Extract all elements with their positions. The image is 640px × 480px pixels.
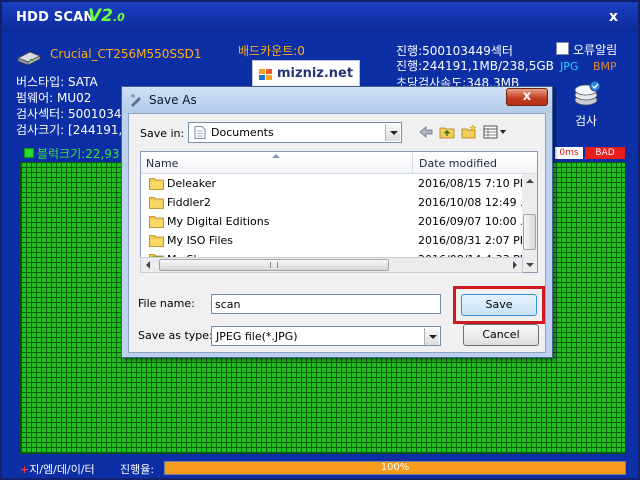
logo-mark-icon [259, 69, 273, 81]
scroll-down-icon[interactable] [522, 258, 537, 272]
scroll-up-icon[interactable] [522, 174, 537, 188]
file-name: My ISO Files [167, 234, 234, 247]
dialog-body: Save in: Documents Name Date modified De… [128, 113, 546, 353]
close-icon: x [522, 89, 532, 104]
file-list-vertical-scrollbar[interactable] [522, 174, 537, 272]
dialog-title: Save As [149, 93, 197, 107]
cancel-button[interactable]: Cancel [463, 324, 539, 346]
list-item[interactable]: My ISO Files 2016/08/31 2:07 PM [143, 231, 533, 250]
folder-icon [149, 235, 164, 247]
progress-bytes: 진행:244191,1MB/238,5GB [396, 59, 554, 73]
mizniz-logo[interactable]: mizniz.net [252, 60, 360, 88]
save-button[interactable]: Save [461, 294, 537, 316]
scan-progress-text: 100% [380, 462, 410, 473]
save-dialog-icon [130, 94, 141, 107]
bad-block-label: BAD [585, 147, 625, 159]
file-name-label: File name: [138, 297, 195, 310]
file-date: 2016/10/08 12:49 ... [418, 196, 531, 209]
drive-bus-type: 버스타입: SATA [16, 75, 98, 89]
scan-progress-bar: 100% [164, 461, 626, 475]
sort-ascending-icon [272, 154, 280, 158]
drive-firmware: 펌웨어: MU02 [16, 91, 92, 105]
chevron-down-icon[interactable] [424, 328, 439, 345]
jpg-option[interactable]: JPG [560, 60, 578, 73]
block-size-swatch [24, 148, 34, 158]
file-name: Fiddler2 [167, 196, 211, 209]
error-alarm-label: 오류알림 [573, 43, 618, 57]
file-date: 2016/08/15 7:10 PM [418, 177, 530, 190]
file-name: My Digital Editions [167, 215, 270, 228]
save-as-dialog: Save As x Save in: Documents Name Date m… [121, 86, 553, 358]
block-size-label: 블럭크기:22,93 [37, 147, 120, 161]
drive-scan-range: 검사크기: [244191,1 [16, 123, 130, 137]
brand-link[interactable]: +지/엠/데/이/터 [20, 461, 95, 477]
scroll-grip-icon [270, 262, 278, 268]
brand-cross-icon: + [20, 463, 30, 476]
drive-scan-sectors: 검사섹터: 500103449 [16, 107, 137, 121]
chevron-down-icon[interactable] [385, 124, 400, 141]
save-as-type-dropdown[interactable]: JPEG file(*.JPG) [211, 326, 441, 346]
folder-icon [149, 178, 164, 190]
file-list: Name Date modified Deleaker 2016/08/15 7… [140, 151, 538, 273]
scroll-left-icon[interactable] [141, 258, 156, 272]
file-list-header: Name Date modified [141, 152, 537, 174]
bad-count: 배드카운트:0 [238, 44, 305, 58]
error-alarm-checkbox[interactable] [556, 42, 569, 55]
list-item[interactable]: Fiddler2 2016/10/08 12:49 ... [143, 193, 533, 212]
file-date: 2016/08/31 2:07 PM [418, 234, 530, 247]
app-title: HDD SCAN [16, 10, 95, 25]
file-date: 2016/09/07 10:00 ... [418, 215, 531, 228]
dialog-titlebar[interactable]: Save As x [122, 87, 552, 113]
save-in-value: Documents [211, 126, 274, 139]
app-titlebar: HDD SCAN V2.0 x [2, 2, 638, 32]
scan-disk-icon[interactable] [573, 80, 603, 108]
folder-icon [149, 216, 164, 228]
list-item[interactable]: Deleaker 2016/08/15 7:10 PM [143, 174, 533, 193]
drive-model: Crucial_CT256M550SSD1 [50, 47, 202, 61]
progress-rate-label: 진행율: [120, 463, 155, 476]
column-header-date-modified[interactable]: Date modified [419, 157, 497, 170]
scan-button-label[interactable]: 검사 [575, 112, 597, 129]
column-divider[interactable] [412, 152, 413, 174]
file-name-input[interactable] [211, 294, 441, 314]
app-version-minor: .0 [113, 11, 125, 24]
brand-text: 지/엠/데/이/터 [29, 463, 95, 476]
bmp-option[interactable]: BMP [593, 60, 617, 73]
new-folder-icon[interactable] [461, 124, 477, 140]
app-close-button[interactable]: x [609, 9, 618, 25]
back-arrow-icon[interactable] [418, 124, 434, 140]
scroll-right-icon[interactable] [507, 258, 522, 272]
app-version: V2.0 [88, 6, 125, 26]
save-in-dropdown[interactable]: Documents [188, 122, 402, 143]
dialog-close-button[interactable]: x [506, 88, 548, 106]
save-in-label: Save in: [140, 127, 185, 140]
file-name: Deleaker [167, 177, 217, 190]
view-menu-icon[interactable] [483, 124, 507, 140]
ms-threshold-label: 0ms < [555, 147, 583, 170]
hard-drive-icon [17, 51, 41, 66]
up-folder-icon[interactable] [439, 124, 455, 140]
vertical-scroll-thumb[interactable] [523, 214, 536, 250]
documents-icon [194, 126, 206, 139]
horizontal-scroll-thumb[interactable] [159, 259, 389, 271]
file-list-horizontal-scrollbar[interactable] [140, 257, 523, 273]
list-item[interactable]: My Digital Editions 2016/09/07 10:00 ... [143, 212, 533, 231]
save-as-type-value: JPEG file(*.JPG) [216, 330, 298, 343]
folder-icon [149, 197, 164, 209]
save-as-type-label: Save as type: [138, 329, 213, 342]
column-header-name[interactable]: Name [146, 157, 178, 170]
app-version-major: V2 [88, 6, 113, 26]
logo-text: mizniz.net [277, 66, 354, 81]
